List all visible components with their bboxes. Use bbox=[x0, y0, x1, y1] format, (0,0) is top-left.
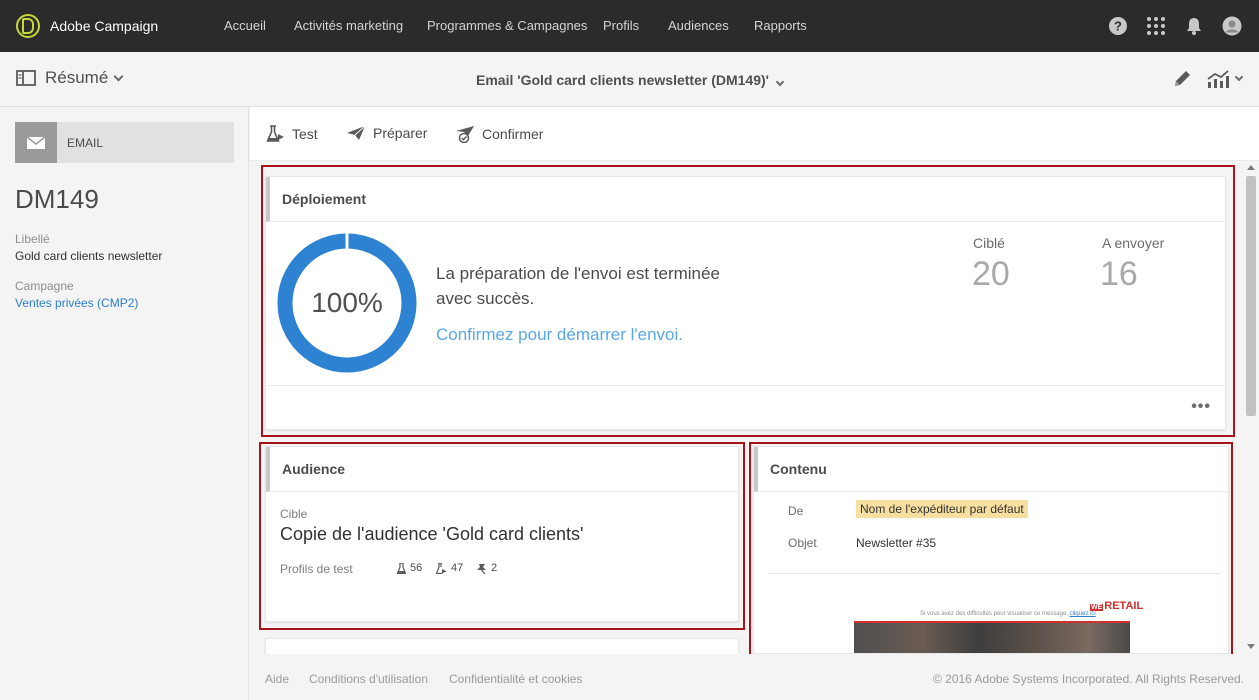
seed-profile-count-value: 47 bbox=[451, 562, 464, 574]
progress-percent: 100% bbox=[311, 287, 383, 318]
chart-trend-icon bbox=[1207, 70, 1229, 88]
content-card-title: Contenu bbox=[754, 447, 1228, 492]
confirm-button-label: Confirmer bbox=[482, 126, 544, 142]
pin-icon bbox=[477, 563, 486, 574]
preview-view-online-note: Si vous avez des difficultés pour visual… bbox=[920, 611, 1096, 617]
confirm-delivery-link[interactable]: Confirmez pour démarrer l'envoi. bbox=[436, 325, 683, 345]
campaign-link[interactable]: Ventes privées (CMP2) bbox=[15, 296, 138, 310]
to-send-count: 16 bbox=[1100, 255, 1138, 293]
page-footer: Aide Conditions d'utilisation Confidenti… bbox=[250, 654, 1259, 700]
label-value: Gold card clients newsletter bbox=[15, 249, 163, 263]
targeted-label: Ciblé bbox=[973, 235, 1005, 251]
deployment-status-message: La préparation de l'envoi est terminée a… bbox=[436, 264, 720, 308]
preview-logo-prefix: WE bbox=[1090, 604, 1104, 611]
page-subheader: Résumé Email 'Gold card clients newslett… bbox=[0, 52, 1259, 107]
audience-card: Audience Cible Copie de l'audience 'Gold… bbox=[265, 446, 739, 622]
delivery-code: DM149 bbox=[15, 184, 99, 214]
user-avatar-icon[interactable] bbox=[1222, 16, 1242, 36]
sender-caption: De bbox=[788, 504, 804, 518]
chevron-down-icon bbox=[1234, 72, 1244, 82]
deployment-card: Déploiement 100% La préparation de l'env… bbox=[265, 176, 1226, 430]
target-audience-value[interactable]: Copie de l'audience 'Gold card clients' bbox=[280, 524, 584, 545]
brand[interactable]: Adobe Campaign bbox=[16, 14, 158, 38]
delivery-dashboard: Déploiement 100% La préparation de l'env… bbox=[250, 162, 1243, 654]
control-profile-count-value: 2 bbox=[491, 562, 498, 574]
flask-send-icon bbox=[266, 125, 284, 142]
nav-item-activites-marketing[interactable]: Activités marketing bbox=[294, 18, 403, 33]
delivery-type-tile: EMAIL bbox=[15, 122, 234, 163]
footer-link-privacy[interactable]: Confidentialité et cookies bbox=[449, 672, 582, 686]
preview-hero-image bbox=[854, 621, 1130, 653]
scroll-up-arrow-icon[interactable] bbox=[1247, 165, 1255, 170]
test-profile-count-value: 56 bbox=[410, 562, 423, 574]
flask-send-icon bbox=[436, 562, 447, 574]
test-profiles-caption: Profils de test bbox=[280, 562, 353, 576]
delivery-toolbar: Test Préparer Confirmer bbox=[250, 107, 1259, 161]
app-name: Adobe Campaign bbox=[50, 18, 159, 34]
prepare-button[interactable]: Préparer bbox=[346, 125, 427, 141]
notifications-bell-icon[interactable] bbox=[1184, 16, 1204, 36]
email-preview-thumbnail[interactable]: Si vous avez des difficultés pour visual… bbox=[854, 597, 1143, 653]
apps-grid-icon[interactable] bbox=[1146, 16, 1166, 36]
envelope-icon bbox=[15, 122, 57, 163]
label-caption: Libellé bbox=[15, 232, 50, 246]
preview-note-text: Si vous avez des difficultés pour visual… bbox=[920, 611, 1068, 617]
content-card: Contenu De Nom de l'expéditeur par défau… bbox=[753, 446, 1229, 654]
subject-value[interactable]: Newsletter #35 bbox=[856, 536, 936, 550]
page-title[interactable]: Email 'Gold card clients newsletter (DM1… bbox=[0, 72, 1259, 88]
target-caption: Cible bbox=[280, 507, 308, 521]
paper-plane-icon bbox=[347, 125, 366, 140]
delivery-type-label: EMAIL bbox=[67, 135, 104, 150]
preview-brand-logo: WE RETAIL bbox=[1090, 600, 1143, 612]
audience-card-title: Audience bbox=[266, 447, 738, 492]
edit-pencil-icon[interactable] bbox=[1172, 68, 1192, 90]
test-button-label: Test bbox=[292, 126, 318, 142]
confirm-send-icon bbox=[456, 126, 474, 143]
sender-name-chip: Nom de l'expéditeur par défaut bbox=[856, 500, 1028, 518]
help-icon[interactable]: ? bbox=[1108, 16, 1128, 36]
content-separator bbox=[768, 573, 1220, 574]
test-button[interactable]: Test bbox=[266, 125, 318, 143]
scroll-down-arrow-icon[interactable] bbox=[1247, 644, 1255, 649]
svg-text:?: ? bbox=[1114, 19, 1122, 34]
next-card bbox=[265, 638, 739, 654]
subject-caption: Objet bbox=[788, 536, 817, 550]
targeted-count: 20 bbox=[972, 255, 1010, 293]
preview-logo-text: RETAIL bbox=[1104, 600, 1144, 612]
control-profile-count: 2 bbox=[476, 562, 497, 574]
reports-menu-button[interactable] bbox=[1206, 68, 1244, 90]
more-options-button[interactable]: ••• bbox=[1191, 398, 1211, 416]
test-profile-count: 56 bbox=[397, 562, 422, 574]
nav-item-accueil[interactable]: Accueil bbox=[224, 18, 266, 33]
prepare-button-label: Préparer bbox=[373, 125, 428, 141]
footer-link-help[interactable]: Aide bbox=[265, 672, 289, 686]
top-navigation-bar: Adobe Campaign Accueil Activités marketi… bbox=[0, 0, 1259, 52]
confirm-button[interactable]: Confirmer bbox=[455, 125, 543, 143]
page-title-text: Email 'Gold card clients newsletter (DM1… bbox=[476, 72, 769, 88]
chevron-down-icon bbox=[775, 77, 785, 87]
adobe-campaign-logo-icon bbox=[16, 14, 40, 38]
deployment-card-footer: ••• bbox=[266, 385, 1225, 429]
delivery-summary-sidebar: EMAIL DM149 Libellé Gold card clients ne… bbox=[0, 107, 249, 700]
deployment-card-title: Déploiement bbox=[266, 177, 1225, 222]
copyright-notice: © 2016 Adobe Systems Incorporated. All R… bbox=[932, 672, 1244, 686]
sender-value[interactable]: Nom de l'expéditeur par défaut bbox=[856, 500, 1028, 518]
nav-item-audiences[interactable]: Audiences bbox=[668, 18, 729, 33]
footer-link-terms[interactable]: Conditions d'utilisation bbox=[309, 672, 428, 686]
to-send-label: A envoyer bbox=[1102, 235, 1165, 251]
campaign-caption: Campagne bbox=[15, 279, 74, 293]
content-scrollbar[interactable] bbox=[1243, 162, 1259, 654]
scroll-thumb[interactable] bbox=[1246, 176, 1256, 416]
nav-item-rapports[interactable]: Rapports bbox=[754, 18, 807, 33]
nav-item-programmes-campagnes[interactable]: Programmes & Campagnes bbox=[427, 18, 587, 33]
flask-icon bbox=[397, 562, 406, 574]
nav-item-profils[interactable]: Profils bbox=[603, 18, 639, 33]
campaign-delivery-page: Adobe Campaign Accueil Activités marketi… bbox=[0, 0, 1259, 700]
seed-profile-count: 47 bbox=[436, 562, 463, 574]
